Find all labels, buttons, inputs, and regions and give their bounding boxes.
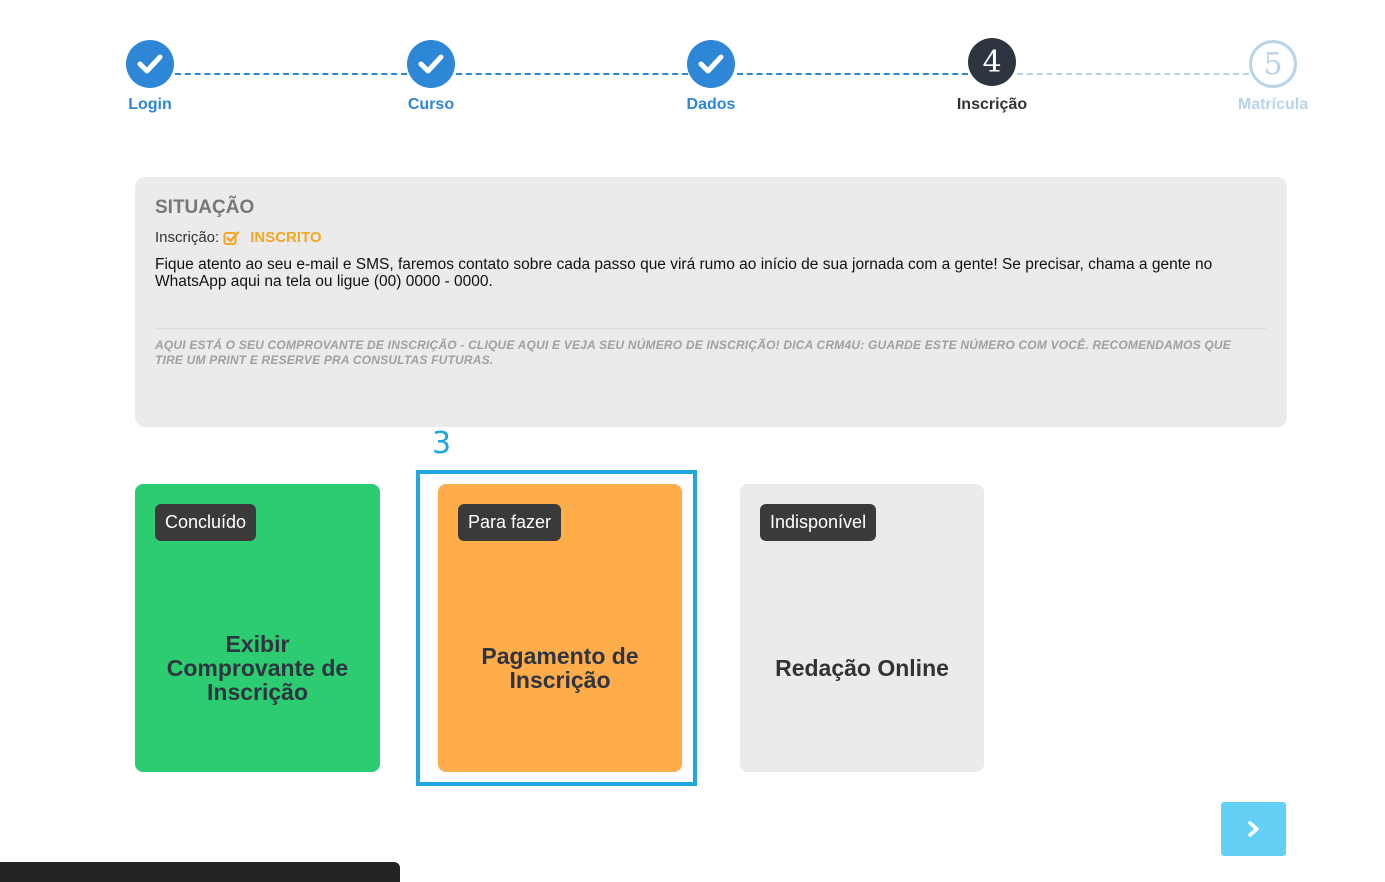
step-label: Inscrição <box>956 96 1028 113</box>
status-badge: Para fazer <box>458 504 562 541</box>
situation-message: Fique atento ao seu e-mail e SMS, faremo… <box>155 256 1213 290</box>
step-number: 5 <box>1249 40 1297 88</box>
step-dados[interactable]: Dados <box>656 40 766 114</box>
step-circle <box>407 40 455 88</box>
step-number: 4 <box>968 38 1016 86</box>
highlight-number: 3 <box>432 426 452 461</box>
step-circle <box>126 40 174 88</box>
step-login[interactable]: Login <box>95 40 205 114</box>
check-icon <box>418 54 444 74</box>
step-label: Curso <box>407 96 455 113</box>
step-label: Login <box>128 96 172 113</box>
registration-label: Inscrição: <box>155 229 220 246</box>
card-title: Exibir Comprovante de Inscrição <box>166 631 349 705</box>
bottom-status-bar <box>0 862 400 882</box>
step-label: Dados <box>686 96 736 113</box>
progress-stepper: Login Curso Dados 4 Inscrição 5 Matrícul… <box>0 0 1385 140</box>
status-badge: Concluído <box>155 504 257 541</box>
step-matricula: 5 Matrícula <box>1218 40 1328 114</box>
card-essay: Indisponível Redação Online <box>740 484 984 772</box>
step-connector <box>456 73 688 75</box>
check-icon <box>137 54 163 74</box>
next-button[interactable] <box>1221 802 1286 856</box>
step-connector <box>175 73 407 75</box>
registration-status: INSCRITO <box>250 229 322 246</box>
status-badge: Indisponível <box>760 504 877 541</box>
receipt-note-link[interactable]: AQUI ESTÁ O SEU COMPROVANTE DE INSCRIÇÃO… <box>155 338 1255 368</box>
situation-title: SITUAÇÃO <box>155 197 255 218</box>
step-inscricao[interactable]: 4 Inscrição <box>937 38 1047 114</box>
registration-row: Inscrição: INSCRITO <box>155 229 1267 246</box>
card-title: Pagamento de Inscrição <box>481 643 639 693</box>
card-payment[interactable]: Para fazer Pagamento de Inscrição <box>438 484 682 772</box>
situation-panel: SITUAÇÃO Inscrição: INSCRITO Fique atent… <box>135 177 1287 427</box>
card-title: Redação Online <box>775 655 949 681</box>
step-circle <box>687 40 735 88</box>
check-icon <box>698 54 724 74</box>
chevron-right-icon <box>1247 821 1259 837</box>
step-label: Matrícula <box>1237 96 1309 113</box>
step-connector <box>737 73 968 75</box>
divider <box>155 328 1267 329</box>
checkbox-icon <box>223 230 240 246</box>
card-receipt[interactable]: Concluído Exibir Comprovante de Inscriçã… <box>135 484 380 772</box>
step-connector <box>1017 73 1249 75</box>
step-curso[interactable]: Curso <box>376 40 486 114</box>
